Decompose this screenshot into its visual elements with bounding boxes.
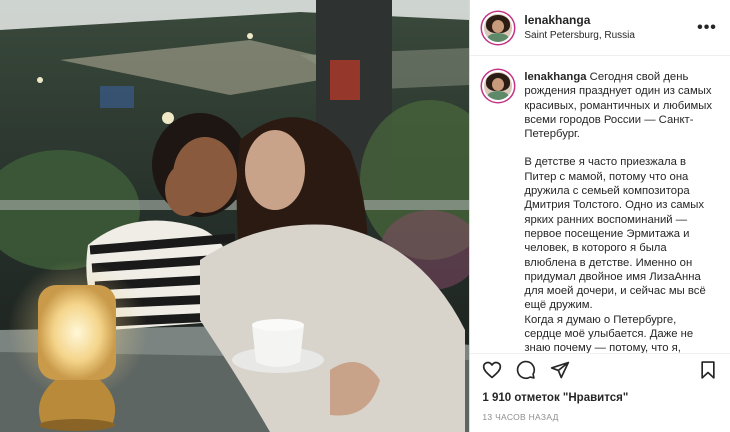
comment-icon[interactable] [516,360,536,380]
photo-illustration [0,0,470,432]
likes-count[interactable]: 1 910 отметок "Нравится" [470,386,730,404]
post-header: lenakhanga Saint Petersburg, Russia ••• [470,0,730,56]
caption: lenakhanga Сегодня свой день рождения пр… [524,70,716,353]
bookmark-icon[interactable] [698,360,718,380]
caption-paragraph-2: В детстве я часто приезжала в Питер с ма… [524,156,706,312]
caption-username[interactable]: lenakhanga [524,71,586,83]
action-bar [470,353,730,386]
caption-paragraph-3: Когда я думаю о Петербурге, сердце моё у… [524,313,694,353]
more-icon[interactable]: ••• [696,19,718,37]
caption-avatar[interactable] [482,70,515,102]
location-link[interactable]: Saint Petersburg, Russia [524,28,696,43]
header-text: lenakhanga Saint Petersburg, Russia [524,13,696,43]
post-time[interactable]: 13 часов назад [470,404,730,432]
heart-icon[interactable] [482,360,502,380]
avatar[interactable] [482,11,515,44]
post-sidebar: lenakhanga Saint Petersburg, Russia ••• … [469,0,730,432]
username-link[interactable]: lenakhanga [524,13,696,28]
caption-area: lenakhanga Сегодня свой день рождения пр… [470,56,730,353]
post-photo[interactable] [0,0,470,432]
share-icon[interactable] [550,360,570,380]
instagram-post: lenakhanga Saint Petersburg, Russia ••• … [0,0,730,432]
